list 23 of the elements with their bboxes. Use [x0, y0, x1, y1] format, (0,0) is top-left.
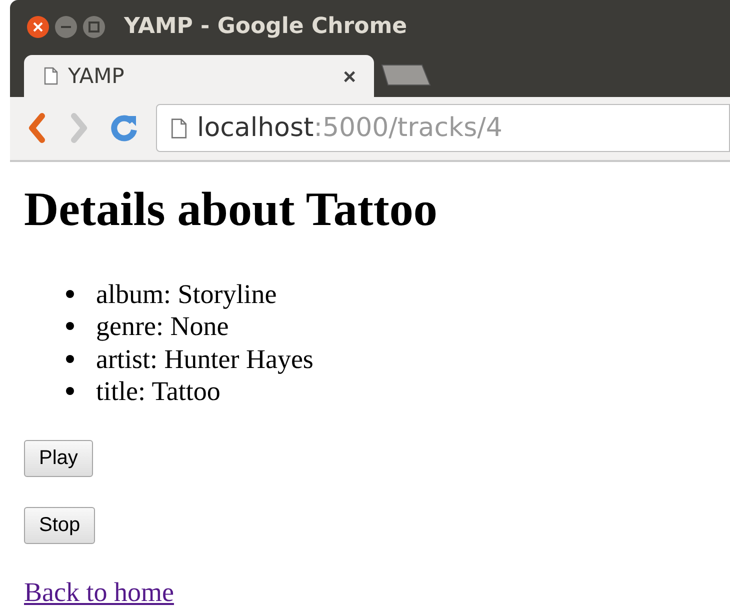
page-icon [44, 67, 58, 86]
bullet-icon [66, 354, 74, 363]
window-title: YAMP - Google Chrome [124, 13, 408, 42]
detail-text: title: Tattoo [96, 375, 220, 408]
page-icon [171, 118, 187, 139]
action-button[interactable]: Play [24, 440, 93, 476]
detail-text: album: Storyline [96, 278, 277, 311]
home-link[interactable]: Back to home [24, 572, 174, 612]
bullet-icon [66, 322, 74, 330]
detail-text: genre: None [96, 310, 229, 343]
maximize-icon[interactable] [82, 14, 106, 39]
reload-icon[interactable] [108, 112, 140, 144]
tab-title: YAMP [68, 62, 124, 90]
address-field[interactable]: localhost:5000/tracks/4 [156, 104, 730, 152]
detail-text: artist: Hunter Hayes [96, 342, 314, 376]
bullet-icon [66, 290, 74, 298]
close-icon[interactable] [26, 14, 50, 39]
new-tab-icon[interactable] [380, 63, 432, 88]
browser-tab[interactable]: YAMP × [24, 55, 374, 98]
action-button[interactable]: Stop [24, 506, 96, 544]
bullet-icon [66, 387, 74, 396]
page-heading: Details about Tattoo [24, 182, 438, 238]
tab-close[interactable]: × [343, 60, 356, 93]
